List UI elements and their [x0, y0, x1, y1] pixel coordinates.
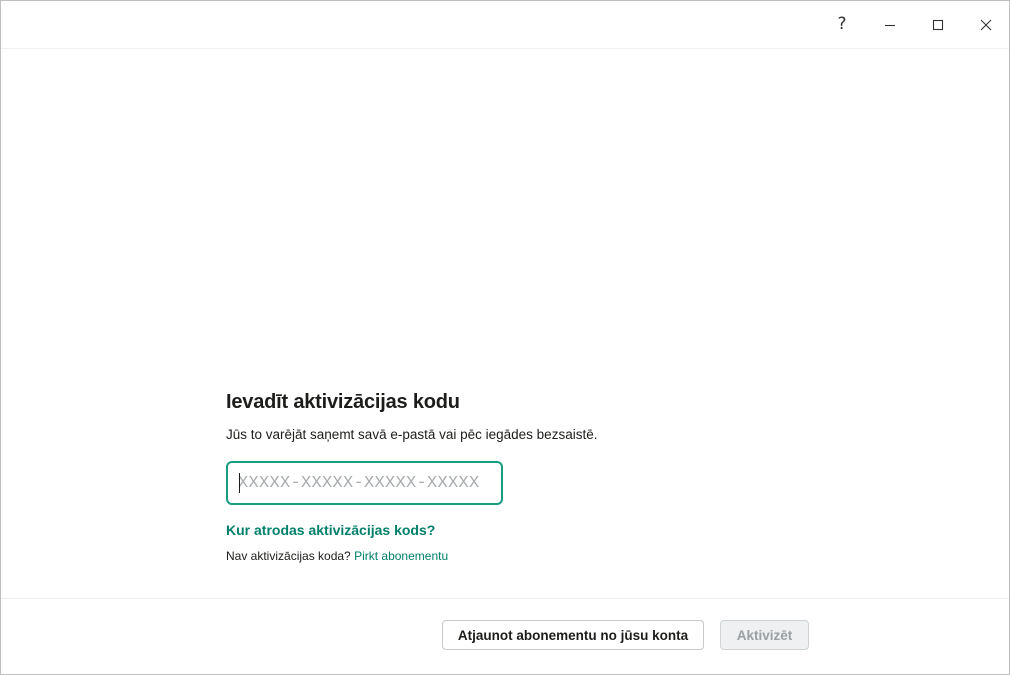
maximize-icon: [932, 19, 944, 30]
text-caret: [239, 473, 240, 493]
no-code-row: Nav aktivizācijas koda? Pirkt abonementu: [226, 549, 448, 563]
close-icon: [980, 19, 992, 30]
where-is-code-link[interactable]: Kur atrodas aktivizācijas kods?: [226, 522, 435, 538]
minimize-icon: [885, 24, 895, 26]
page-subtitle: Jūs to varējāt saņemt savā e-pastā vai p…: [226, 427, 598, 442]
title-bar: ?: [1, 1, 1009, 49]
activation-window: ? Ievadīt aktivizācijas kodu Jūs to varē…: [0, 0, 1010, 675]
help-icon: ?: [837, 14, 847, 34]
close-button[interactable]: [962, 1, 1010, 48]
footer-divider: [1, 598, 1009, 599]
restore-subscription-button[interactable]: Atjaunot abonementu no jūsu konta: [442, 620, 704, 650]
buy-subscription-link[interactable]: Pirkt abonementu: [354, 549, 448, 563]
activate-button[interactable]: Aktivizēt: [720, 620, 809, 650]
activation-code-field[interactable]: [226, 461, 503, 505]
no-code-label: Nav aktivizācijas koda?: [226, 549, 351, 563]
help-button[interactable]: ?: [818, 1, 866, 48]
page-title: Ievadīt aktivizācijas kodu: [226, 391, 460, 413]
minimize-button[interactable]: [866, 1, 914, 48]
activation-code-input[interactable]: [238, 463, 496, 503]
maximize-button[interactable]: [914, 1, 962, 48]
